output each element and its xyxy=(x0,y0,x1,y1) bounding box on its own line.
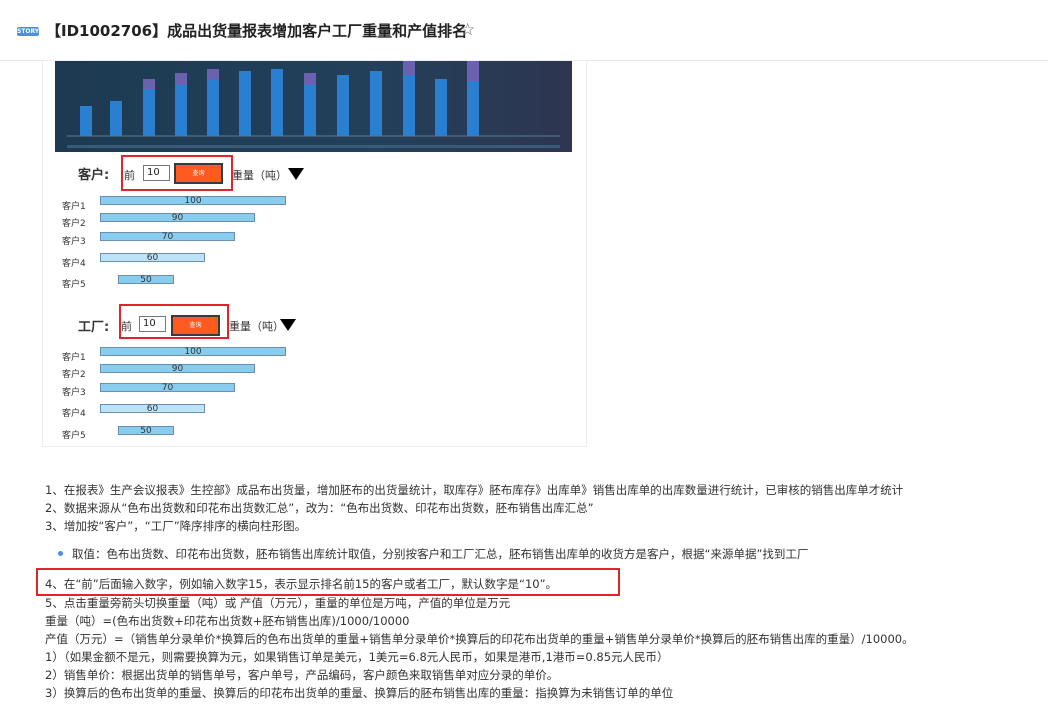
dashboard-chart-preview xyxy=(55,61,572,152)
bar: 100 xyxy=(100,347,286,357)
requirement-line-3: 3、增加按“客户”，“工厂”降序排序的横向柱形图。 xyxy=(45,519,307,533)
bar-label: 客户5 xyxy=(62,431,86,441)
formula-value: 产值（万元）=（销售单分录单价*换算后的色布出货单的重量+销售单分录单价*换算后… xyxy=(45,632,914,646)
factory-label: 工厂: xyxy=(78,320,110,335)
customer-label: 客户: xyxy=(78,168,110,183)
note-3: 3）换算后的色布出货单的重量、换算后的印花布出货单的重量、换算后的胚布销售出库的… xyxy=(45,686,674,700)
bar-label: 客户2 xyxy=(62,219,86,229)
factory-metric-label: 重量（吨） xyxy=(229,320,284,333)
customer-metric-label: 重量（吨） xyxy=(232,169,287,182)
bar: 70 xyxy=(100,232,235,242)
bar: 60 xyxy=(100,253,205,263)
requirement-line-5: 5、点击重量旁箭头切换重量（吨）或 产值（万元），重量的单位是万吨，产值的单位是… xyxy=(45,596,511,610)
bar-label: 客户3 xyxy=(62,388,86,398)
requirement-line-1: 1、在报表》生产会议报表》生控部》成品布出货量，增加胚布的出货量统计，取库存》胚… xyxy=(45,483,904,497)
bar: 50 xyxy=(118,275,174,285)
bullet-text: 取值：色布出货数、印花布出货数，胚布销售出库统计取值，分别按客户和工厂汇总，胚布… xyxy=(72,547,809,561)
bar-label: 客户4 xyxy=(62,259,86,269)
page-header: STORY 【ID1002706】成品出货量报表增加客户工厂重量和产值排名 ☆ xyxy=(0,0,1048,61)
factory-highlight-box xyxy=(119,304,229,339)
bar-label: 客户3 xyxy=(62,237,86,247)
bar: 90 xyxy=(100,364,255,374)
customer-metric-toggle-arrow-icon[interactable] xyxy=(288,168,304,180)
customer-highlight-box xyxy=(121,155,233,191)
bar-label: 客户1 xyxy=(62,353,86,363)
line-4-highlight-box xyxy=(36,568,620,596)
requirement-line-2: 2、数据来源从“色布出货数和印花布出货数汇总”，改为：“色布出货数、印花布出货数… xyxy=(45,501,594,515)
bar: 90 xyxy=(100,213,255,223)
bar: 70 xyxy=(100,383,235,393)
note-1: 1）（如果金额不是元，则需要换算为元，如果销售订单是美元，1美元=6.8元人民币… xyxy=(45,650,669,664)
bar-label: 客户4 xyxy=(62,409,86,419)
star-outline-icon[interactable]: ☆ xyxy=(460,20,475,40)
mockup-image: 客户: 前 10 查询 重量（吨） 客户1 100 客户2 90 客户3 70 … xyxy=(42,60,587,447)
dashboard-stacked-bars xyxy=(67,61,560,148)
bar-label: 客户2 xyxy=(62,370,86,380)
note-2: 2）销售单价：根据出货单的销售单号，客户单号，产品编码，客户颜色来取销售单对应分… xyxy=(45,668,559,682)
bar-label: 客户1 xyxy=(62,202,86,212)
page-title: 【ID1002706】成品出货量报表增加客户工厂重量和产值排名 xyxy=(46,22,468,40)
factory-metric-toggle-arrow-icon[interactable] xyxy=(280,319,296,331)
bar: 100 xyxy=(100,196,286,206)
bar: 60 xyxy=(100,404,205,414)
bar: 50 xyxy=(118,426,174,436)
bar-label: 客户5 xyxy=(62,280,86,290)
story-badge: STORY xyxy=(17,27,40,36)
bullet-dot xyxy=(58,551,63,556)
formula-weight: 重量（吨）=(色布出货数+印花布出货数+胚布销售出库)/1000/10000 xyxy=(45,614,410,628)
